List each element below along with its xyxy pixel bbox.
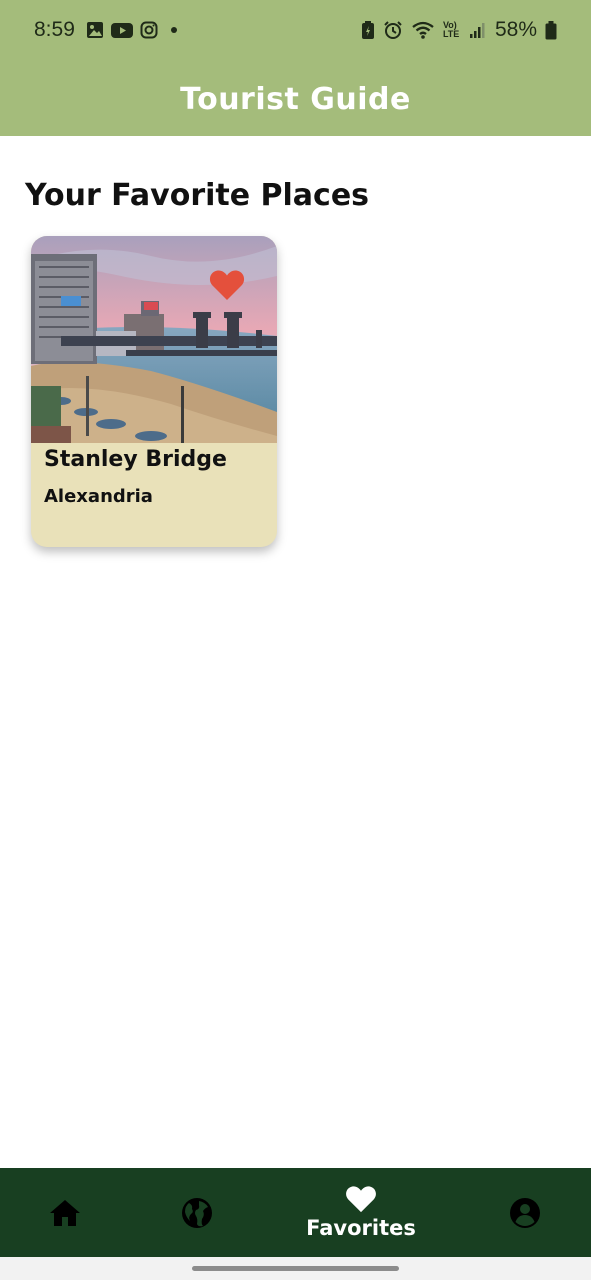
favorite-heart-button[interactable]: [209, 269, 245, 301]
gesture-handle[interactable]: [192, 1266, 399, 1271]
gallery-icon: [87, 22, 103, 38]
bottom-navigation: Favorites: [0, 1168, 591, 1257]
nav-favorites[interactable]: Favorites: [306, 1168, 416, 1257]
system-status: Vo) LTE 58%: [361, 18, 557, 42]
globe-icon: [182, 1197, 212, 1228]
page-title: Your Favorite Places: [25, 178, 370, 214]
place-city: Alexandria: [44, 486, 153, 507]
instagram-icon: [140, 21, 158, 39]
nav-explore[interactable]: [147, 1168, 247, 1257]
app-bar: Tourist Guide: [0, 62, 591, 136]
place-name: Stanley Bridge: [44, 447, 227, 472]
notification-icons: [86, 21, 179, 39]
home-icon: [50, 1199, 80, 1226]
system-navigation-bar: [0, 1257, 591, 1280]
alarm-icon: [384, 21, 402, 39]
wifi-icon: [412, 21, 434, 39]
nav-profile[interactable]: [475, 1168, 575, 1257]
account-icon: [510, 1197, 540, 1228]
status-time: 8:59: [34, 18, 75, 41]
nav-favorites-label: Favorites: [306, 1216, 416, 1240]
battery-icon: [545, 20, 557, 39]
network-type-label: Vo) LTE: [442, 20, 460, 39]
stanley-bridge-photo: [31, 236, 277, 443]
heart-icon: [346, 1186, 376, 1213]
battery-percent: 58%: [494, 18, 537, 41]
youtube-icon: [111, 22, 133, 38]
favorite-place-card[interactable]: Stanley Bridge Alexandria: [31, 236, 277, 547]
battery-saver-icon: [361, 21, 374, 39]
signal-icon: [469, 23, 485, 38]
dot-icon: [171, 27, 177, 33]
app-title: Tourist Guide: [180, 81, 411, 117]
status-bar: 8:59 Vo) LTE 58%: [0, 0, 591, 62]
nav-home[interactable]: [15, 1168, 115, 1257]
